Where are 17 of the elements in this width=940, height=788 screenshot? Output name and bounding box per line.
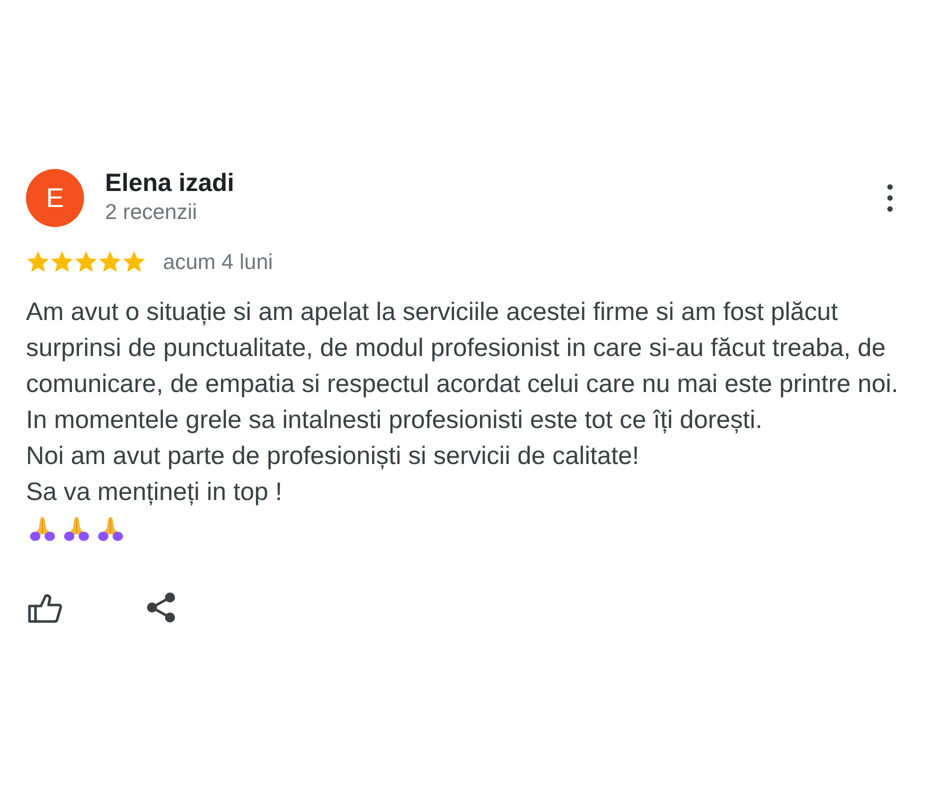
review-time: acum 4 luni xyxy=(163,250,273,274)
star-icon xyxy=(74,250,98,274)
praying-hands-icon xyxy=(64,516,89,540)
more-vertical-icon xyxy=(887,184,893,212)
thumbs-up-icon xyxy=(28,592,62,622)
star-icon xyxy=(50,250,74,274)
star-icon xyxy=(26,250,50,274)
praying-hands-icon xyxy=(98,516,123,540)
star-icon xyxy=(122,250,146,274)
share-button[interactable] xyxy=(146,592,176,623)
reviewer-name[interactable]: Elena izadi xyxy=(105,169,234,198)
star-icon xyxy=(98,250,122,274)
review-text: Am avut o situație si am apelat la serviciile acestei firme si am fost plăcut surprinsi de punctualitate, de modul profesionist in care si-au făcut treaba, de comunicare, de empatia si respectul acordat celui care nu mai este printre noi. In momentele grele sa intalnesti profesionisti este tot ce îți dorești. Noi am avut parte de profesioniști si servicii de calitate! Sa va mențineți in top ! xyxy=(26,297,900,508)
praying-hands-icon xyxy=(30,516,55,540)
like-button[interactable] xyxy=(28,592,62,622)
share-icon xyxy=(146,592,176,623)
review-count: 2 recenzii xyxy=(105,199,198,226)
